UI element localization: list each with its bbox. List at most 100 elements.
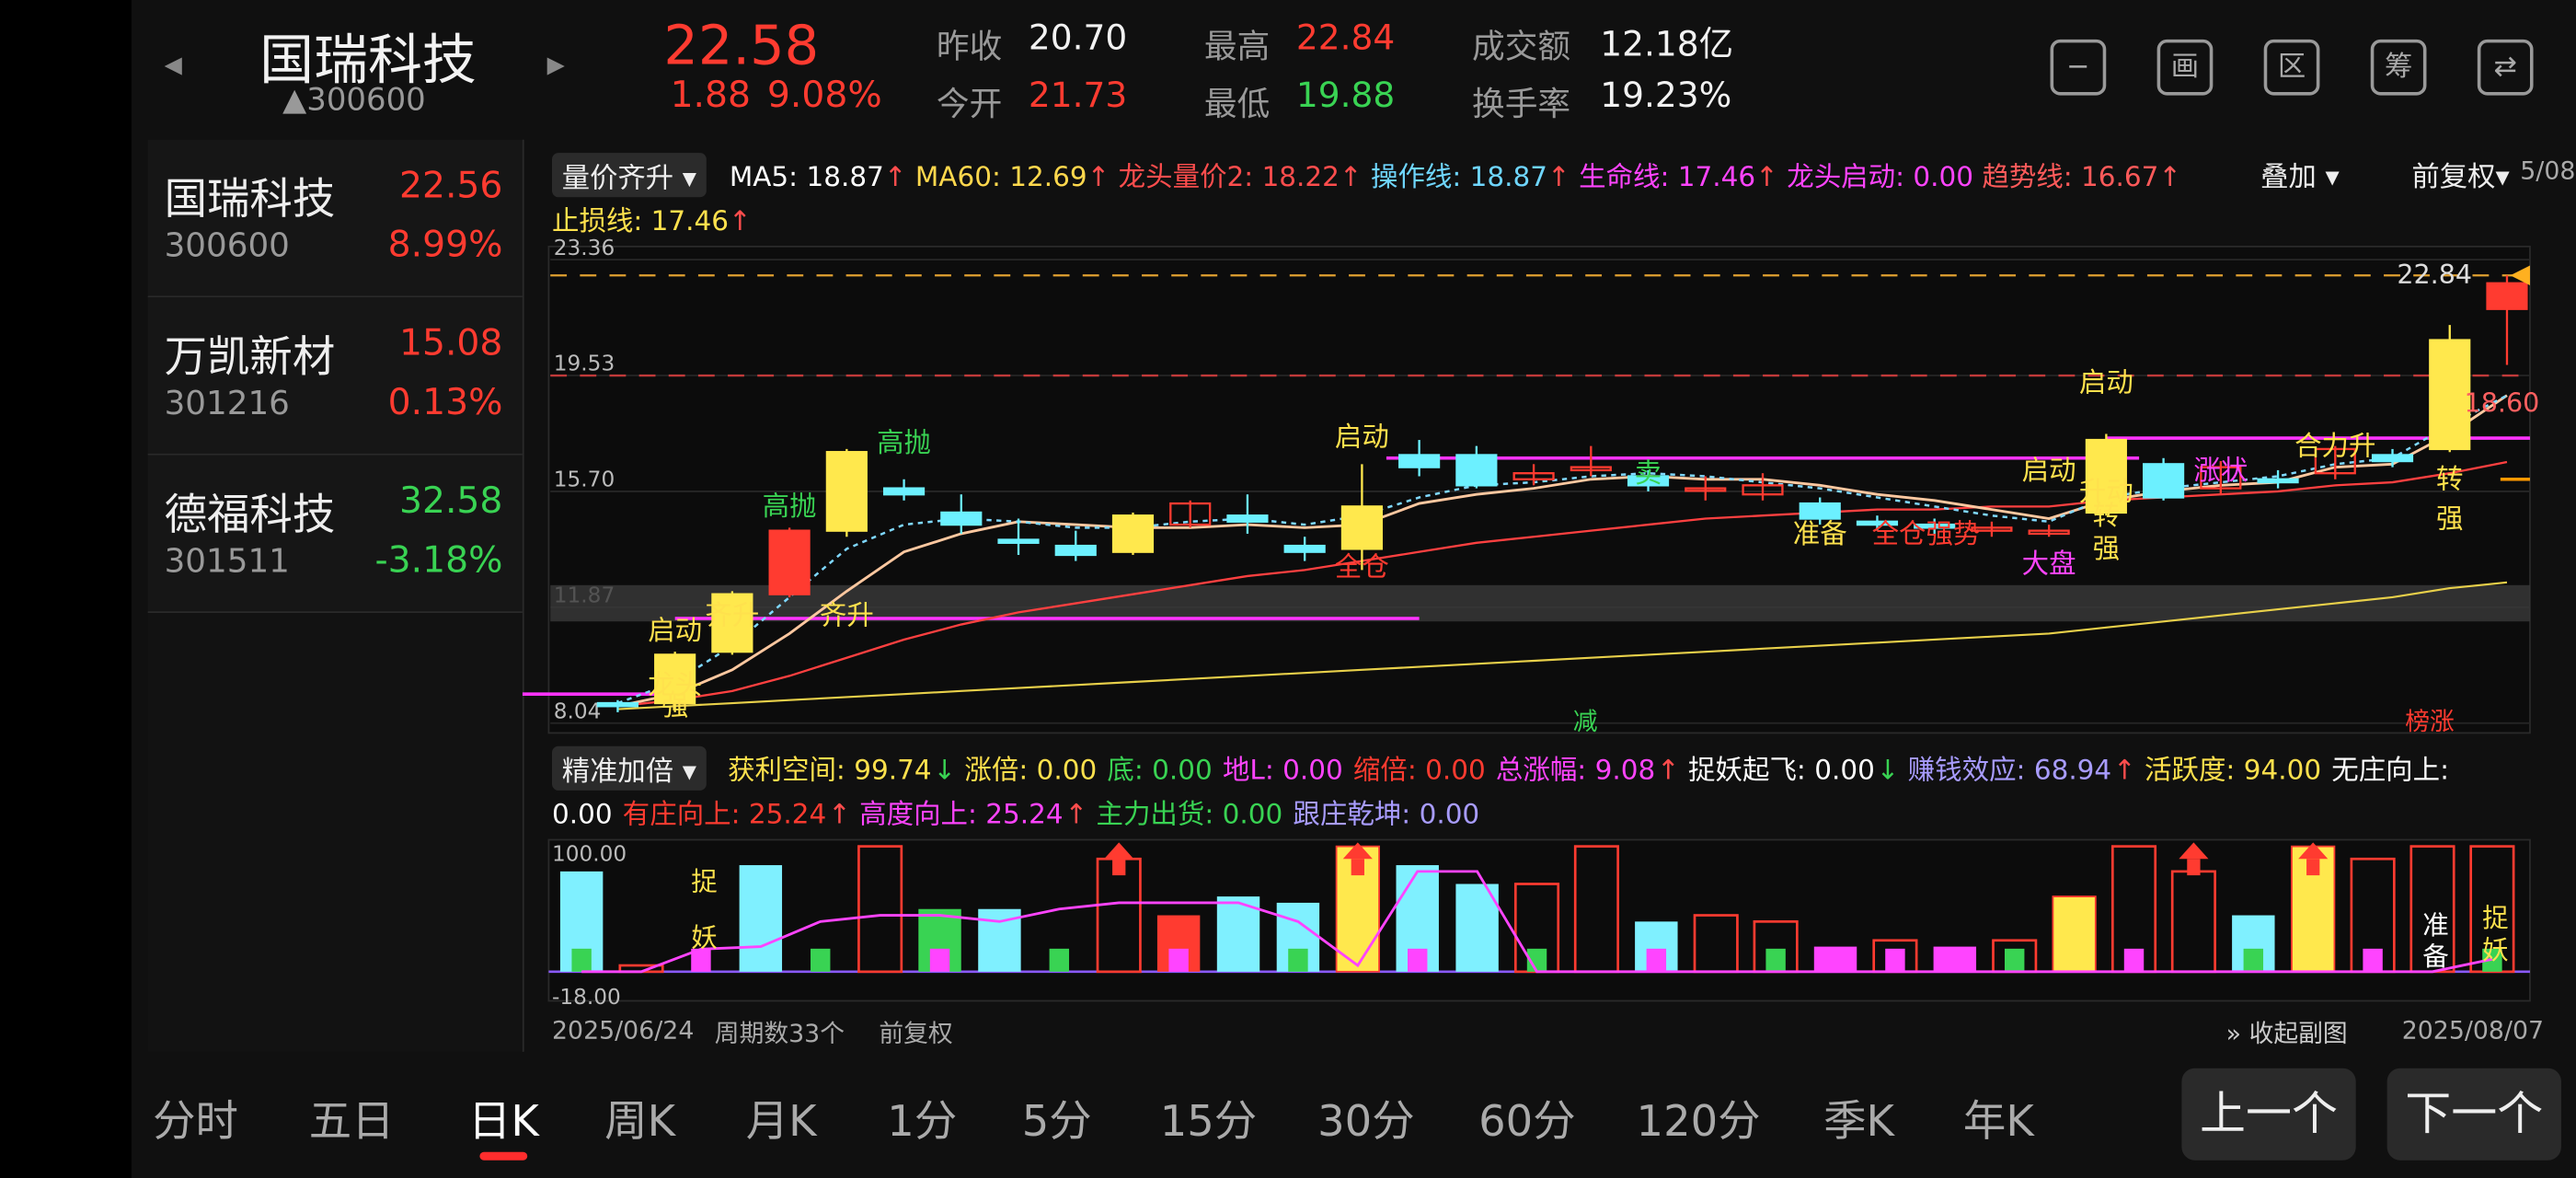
candle — [768, 529, 811, 595]
watchlist-item[interactable]: 国瑞科技 300600 22.56 8.99% — [147, 139, 523, 298]
prev-stock-arrow-icon[interactable]: ◀ — [165, 52, 182, 79]
active-tab-indicator — [479, 1151, 528, 1161]
sub-ind-item: 跟庄乾坤: 0.00 — [1293, 798, 1480, 830]
watchlist-item[interactable]: 万凯新材 301216 15.08 0.13% — [147, 297, 523, 456]
tab-3[interactable]: 周K — [604, 1088, 675, 1149]
tab-4[interactable]: 月K — [746, 1088, 817, 1149]
district-icon[interactable]: 区 — [2263, 39, 2320, 96]
candle — [940, 511, 983, 526]
sub-ind-item: 有庄向上: 25.24 — [622, 798, 827, 830]
double-chevron-icon: » — [2225, 1019, 2242, 1049]
next-stock-button[interactable]: 下一个 — [2386, 1068, 2561, 1161]
chevron-down-icon: ▾ — [682, 162, 697, 196]
sub-indicator-row-2: 0.00 有庄向上: 25.24 ↑ 高度向上: 25.24 ↑ 主力出货: 0.0… — [552, 792, 1481, 832]
price-change-pct: 9.08% — [766, 75, 882, 117]
sub-bar — [2052, 895, 2097, 973]
ind-trend: 趋势线: 16.67↑ — [1982, 160, 2182, 192]
stat-label-prev-close: 昨收 — [936, 26, 1003, 66]
signal-label: 大盘 — [2022, 549, 2076, 580]
arrow-icon: ↑ — [1064, 798, 1088, 830]
tab-7[interactable]: 15分 — [1160, 1088, 1258, 1149]
watch-pct: 8.99% — [387, 225, 503, 267]
start-date: 2025/06/24 — [551, 1015, 695, 1045]
sub-ind-item: 涨倍: 0.00 — [964, 754, 1098, 786]
sub-mini-bar — [571, 948, 592, 972]
ind-ma5: MA5: 18.87↑ — [729, 160, 907, 192]
watch-name: 国瑞科技 — [164, 176, 336, 225]
current-price: 22.58 — [663, 13, 820, 77]
bottom-tag: 减 — [1573, 708, 1598, 736]
candle — [825, 451, 868, 532]
arrow-icon: ↑ — [1656, 754, 1680, 786]
tab-5[interactable]: 1分 — [887, 1088, 957, 1149]
candle — [997, 538, 1040, 544]
sub-indicator-row: 获利空间: 99.74 ↓ 涨倍: 0.00 底: 0.00 地L: 0.00 缩… — [728, 747, 2451, 787]
tab-11[interactable]: 季K — [1823, 1088, 1894, 1149]
y-tick-label: 8.04 — [554, 699, 602, 723]
signal-label: 合力升 — [2294, 430, 2375, 461]
candle — [1226, 514, 1269, 523]
sub-ind-item: 底: 0.00 — [1107, 754, 1213, 786]
candle — [2143, 463, 2185, 499]
minus-icon[interactable]: − — [2050, 39, 2107, 96]
signal-label: 齐升 — [705, 600, 759, 631]
signal-label: 全仓强势 — [1872, 518, 1981, 549]
watch-price: 22.56 — [398, 166, 503, 207]
collapse-sub-button[interactable]: » 收起副图 — [2226, 1016, 2348, 1050]
up-arrow-icon — [2187, 859, 2201, 876]
sub-indicator-select[interactable]: 精准加倍 ▾ — [551, 745, 707, 791]
sub-chart[interactable]: 100.00 -18.00 捉妖 准备 捉妖 — [523, 830, 2543, 1011]
sub-label: 捉 — [691, 865, 718, 896]
signal-label: 转 — [2436, 464, 2463, 495]
sub-ind-item: 地L: 0.00 — [1222, 754, 1343, 786]
watchlist-item[interactable]: 德福科技 301511 32.58 -3.18% — [147, 455, 523, 614]
tab-6[interactable]: 5分 — [1022, 1088, 1092, 1149]
adjust-mode: 前复权 — [879, 1019, 953, 1049]
phone-rotate-icon[interactable]: ⇄ — [2477, 39, 2534, 96]
price-change: 1.88 — [670, 75, 752, 117]
main-indicator-select[interactable]: 量价齐升 ▾ — [551, 153, 707, 198]
candle — [1799, 502, 1841, 520]
stat-label-turnover-rate: 换手率 — [1471, 84, 1571, 123]
sub-y-min: -18.00 — [552, 985, 621, 1010]
adjust-select[interactable]: 前复权▾ — [2411, 153, 2509, 194]
sub-label: 妖 — [2482, 934, 2509, 965]
stat-value-open: 21.73 — [1028, 75, 1128, 115]
prev-stock-button[interactable]: 上一个 — [2181, 1068, 2356, 1161]
tab-8[interactable]: 30分 — [1317, 1088, 1415, 1149]
signal-label: 强 — [661, 690, 688, 722]
tab-10[interactable]: 120分 — [1637, 1088, 1761, 1149]
sub-ind-item: 缩倍: 0.00 — [1352, 754, 1486, 786]
watch-pct: -3.18% — [374, 540, 503, 583]
signal-label: 启动 — [648, 615, 702, 646]
sub-mini-bar — [1646, 948, 1667, 972]
watch-code: 301511 — [164, 540, 290, 581]
signal-label: 涨状 — [2193, 455, 2248, 486]
candle — [1398, 454, 1441, 468]
watch-code: 301216 — [164, 383, 290, 422]
signal-label: 启动 — [2079, 366, 2133, 398]
sub-ind-item: 总涨幅: 9.08 — [1495, 754, 1656, 786]
left-blank-bar — [0, 0, 132, 1178]
stat-value-turnover-rate: 19.23% — [1600, 75, 1732, 115]
tab-9[interactable]: 60分 — [1478, 1088, 1576, 1149]
stock-code: 300600 — [306, 82, 426, 119]
picture-icon[interactable]: 画 — [2156, 39, 2214, 96]
tab-0[interactable]: 分时 — [153, 1088, 238, 1149]
overlay-label: 叠加 — [2260, 160, 2317, 194]
next-stock-arrow-icon[interactable]: ▶ — [547, 52, 565, 79]
stat-label-turnover: 成交额 — [1471, 26, 1571, 66]
stat-value-high: 22.84 — [1295, 17, 1396, 58]
chip-icon[interactable]: 筹 — [2370, 39, 2427, 96]
kline-chart[interactable]: 23.3619.5315.7011.878.0422.8418.60启动龙头强齐… — [522, 235, 2543, 741]
ind-stoploss: 止损线: 17.46↑ — [551, 205, 752, 237]
signal-label: 转 — [2093, 500, 2120, 531]
overlay-select[interactable]: 叠加 ▾ — [2260, 153, 2340, 194]
tab-12[interactable]: 年K — [1963, 1088, 2034, 1149]
sub-mini-bar — [811, 948, 831, 972]
tab-2[interactable]: 日K — [468, 1088, 539, 1149]
tab-1[interactable]: 五日 — [309, 1088, 395, 1149]
watch-pct: 0.13% — [387, 383, 503, 424]
up-arrow-icon — [1112, 859, 1126, 876]
sub-bar — [1813, 946, 1857, 972]
